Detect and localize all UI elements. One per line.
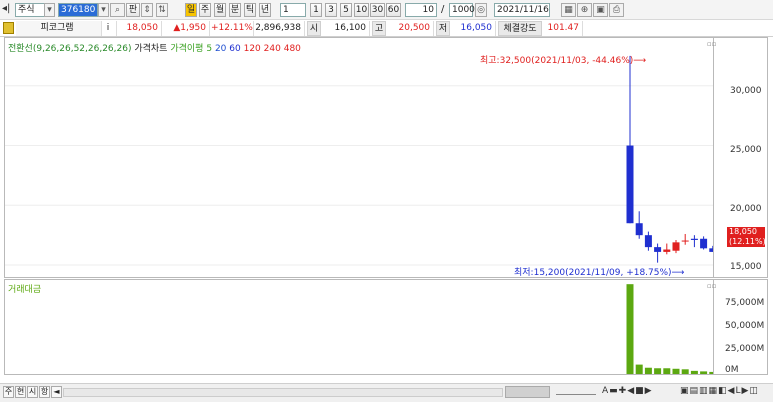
horizontal-scrollbar[interactable] <box>63 388 503 397</box>
period-30-button[interactable]: 30 <box>370 3 385 17</box>
date-input[interactable]: 2021/11/16 <box>494 3 550 17</box>
volume-bar <box>690 370 698 374</box>
period-minute-button[interactable]: 분 <box>229 3 241 17</box>
volume-bar-chart <box>626 284 713 374</box>
scrollbar-thumb[interactable] <box>505 386 550 398</box>
current-pct-tag-value: (12.11%) <box>729 237 766 246</box>
volume-tick: 75,000M <box>725 298 765 308</box>
scroll-left-icon[interactable]: ◄ <box>51 386 62 398</box>
zoom-icon[interactable]: ⊕ <box>577 3 592 17</box>
candle-body <box>654 247 662 252</box>
volume-bar <box>700 371 708 374</box>
current-price: 18,050 <box>118 21 162 36</box>
chevron-down-icon[interactable]: ▾ <box>98 3 109 17</box>
high-label: 고 <box>372 21 386 36</box>
open-label: 시 <box>307 21 321 36</box>
price-tick: 25,000 <box>730 145 762 155</box>
save-icon[interactable]: ▣ <box>593 3 608 17</box>
stepper-icon[interactable]: ⇕ <box>141 3 153 17</box>
strength-label: 체결강도 <box>498 21 542 36</box>
period-count-select[interactable]: 1 <box>280 3 306 17</box>
low-label: 저 <box>436 21 450 36</box>
candle-body <box>626 145 634 224</box>
toolbar: ◂| 주식 ▾ 376180 ▾ ⌕ 판 ⇕ ⇅ 일 주 월 분 틱 년 1 1… <box>0 0 773 20</box>
period-1-button[interactable]: 1 <box>310 3 322 17</box>
strength-value: 101.47 <box>543 21 583 36</box>
candle-body <box>672 242 680 251</box>
low-annotation: 최저:15,200(2021/11/09, +18.75%)⟶ <box>514 268 685 278</box>
volume-bar <box>635 364 643 374</box>
pin-icon[interactable]: ◂| <box>2 3 10 14</box>
period-day-button[interactable]: 일 <box>185 3 197 17</box>
current-price-tag: 18,050 (12.11%) <box>727 227 766 247</box>
count-input[interactable]: 10 <box>405 3 437 17</box>
search-icon[interactable]: ⌕ <box>110 3 125 17</box>
candle-body <box>663 249 671 252</box>
tab-item[interactable]: 항 <box>39 386 50 398</box>
info-icon[interactable]: i <box>103 21 117 36</box>
print-icon[interactable]: ⎙ <box>609 3 624 17</box>
price-tick: 20,000 <box>730 204 762 214</box>
chevron-down-icon[interactable]: ▾ <box>44 3 55 17</box>
high-price: 20,500 <box>387 21 434 36</box>
separator-text: / <box>441 4 445 15</box>
volume-bar <box>663 368 671 374</box>
chart-nav-icons[interactable]: A▬✚◀■▶ <box>602 386 653 396</box>
volume-value: 2,896,938 <box>255 21 305 36</box>
pan-button[interactable]: 판 <box>126 3 140 17</box>
candle-body <box>700 238 708 249</box>
open-price: 16,100 <box>322 21 370 36</box>
stock-name: 피코그램 <box>16 21 102 36</box>
period-tick-button[interactable]: 틱 <box>244 3 256 17</box>
tab-stock[interactable]: 주 <box>3 386 14 398</box>
volume-bar <box>672 368 680 374</box>
period-60-button[interactable]: 60 <box>386 3 401 17</box>
price-tick: 15,000 <box>730 262 762 272</box>
candlestick-chart <box>5 55 713 266</box>
period-10-button[interactable]: 10 <box>354 3 369 17</box>
period-3-button[interactable]: 3 <box>325 3 337 17</box>
candle-body <box>635 223 643 236</box>
candle-body <box>644 235 652 248</box>
price-change-percent: +12.11% <box>211 21 254 36</box>
candle-body <box>709 248 713 252</box>
volume-bar <box>681 369 689 374</box>
price-tick: 30,000 <box>730 86 762 96</box>
tab-time[interactable]: 시 <box>27 386 38 398</box>
updown-icon[interactable]: ⇅ <box>156 3 168 17</box>
tab-current[interactable]: 현 <box>15 386 26 398</box>
volume-tick: 50,000M <box>725 321 765 331</box>
current-price-tag-value: 18,050 <box>729 227 757 236</box>
zoom-slider[interactable] <box>556 389 596 395</box>
volume-bar <box>626 284 634 374</box>
volume-bar <box>709 371 713 374</box>
volume-tick: 25,000M <box>725 344 765 354</box>
period-month-button[interactable]: 월 <box>214 3 226 17</box>
period-5-button[interactable]: 5 <box>340 3 352 17</box>
candle-body <box>681 240 689 242</box>
high-annotation: 최고:32,500(2021/11/03, -44.46%)⟶ <box>480 56 647 66</box>
period-week-button[interactable]: 주 <box>199 3 211 17</box>
total-input[interactable]: 1000 <box>449 3 475 17</box>
volume-bar <box>644 367 652 374</box>
period-year-button[interactable]: 년 <box>259 3 271 17</box>
candle-body <box>690 238 698 240</box>
settings-icon[interactable]: ◎ <box>475 3 487 17</box>
grid-icon[interactable]: ▦ <box>561 3 576 17</box>
price-change: ▲1,950 <box>163 21 210 36</box>
volume-bar <box>654 368 662 374</box>
stock-code-input[interactable]: 376180 <box>58 3 98 17</box>
volume-tick: 0M <box>725 365 739 375</box>
chart-tool-icons[interactable]: ▣▤▥▦◧◀L▶◫ <box>680 386 759 396</box>
low-price: 16,050 <box>451 21 496 36</box>
logo-icon <box>3 22 14 34</box>
